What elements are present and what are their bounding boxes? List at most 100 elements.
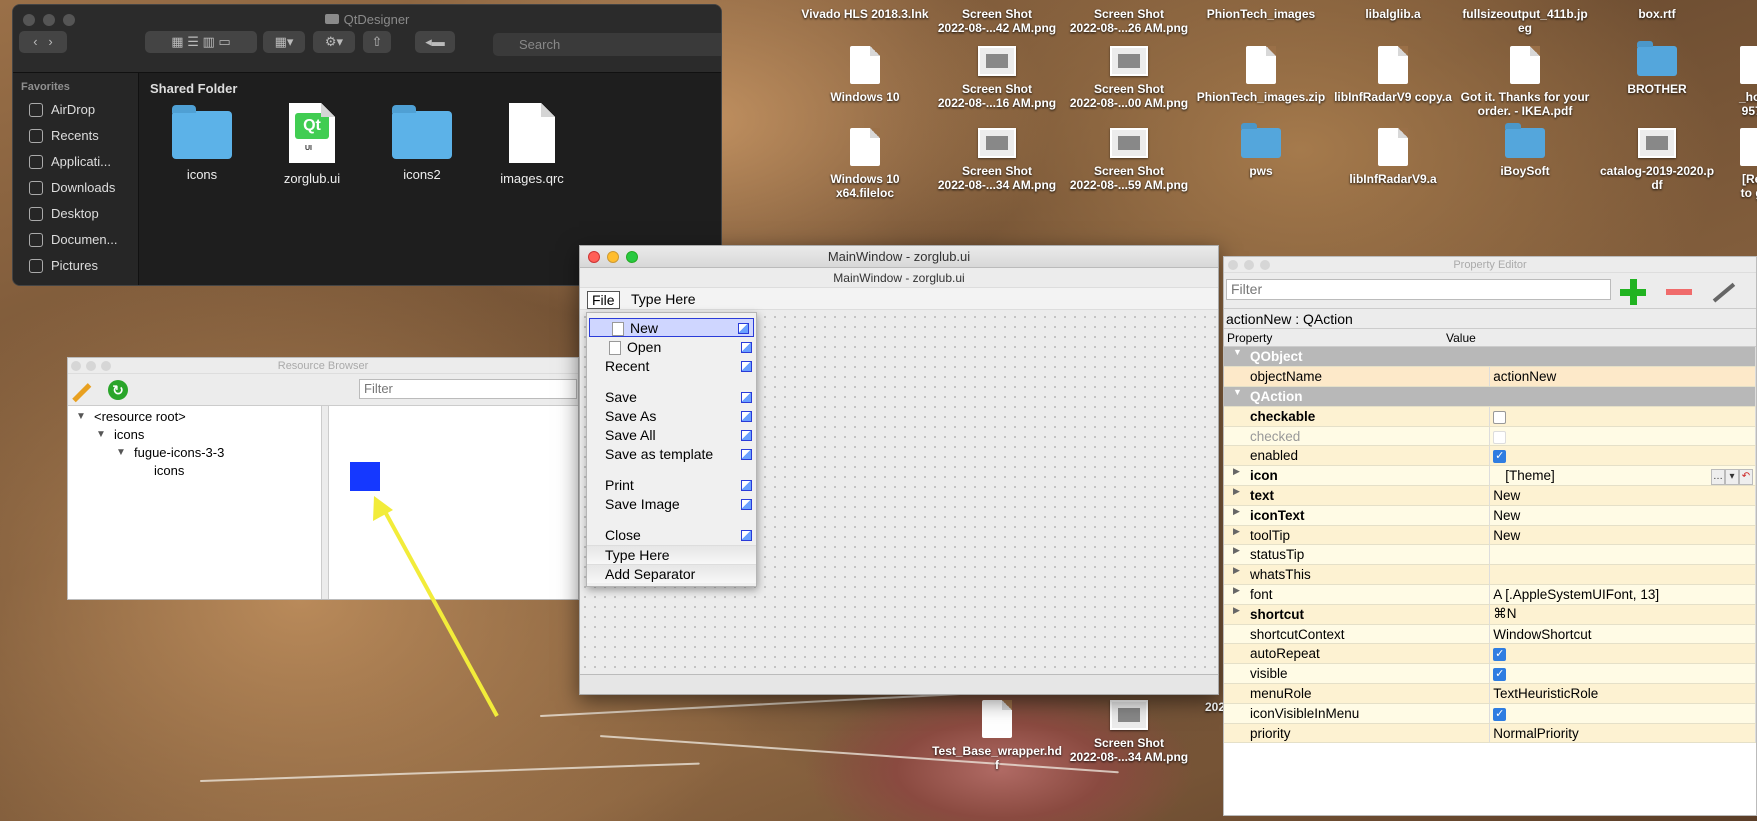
desktop-item[interactable]: Screen Shot 2022-08-...59 AM.png	[1064, 128, 1194, 192]
desktop-item[interactable]: libInfRadarV9.a	[1328, 128, 1458, 186]
property-row[interactable]: enabled ✓	[1224, 445, 1756, 467]
property-group-label[interactable]: ▼ QAction	[1224, 386, 1756, 407]
desktop-item[interactable]: Screen Shot 2022-08-...34 AM.png	[932, 128, 1062, 192]
edit-action-icon[interactable]	[741, 411, 752, 422]
action-button[interactable]: ⚙▾	[313, 31, 355, 53]
expand-arrow-icon[interactable]: ▶	[1233, 565, 1240, 576]
property-checkbox[interactable]: ✓	[1493, 648, 1507, 662]
property-filter-input[interactable]: Filter	[1226, 279, 1611, 300]
property-value-cell[interactable]: TextHeuristicRole	[1489, 683, 1756, 704]
desktop-item[interactable]: Screen Shot 2022-08-...42 AM.png	[932, 7, 1062, 35]
property-value-cell[interactable]: [Theme] … ▾ ↶	[1489, 465, 1756, 487]
share-button[interactable]: ⇧	[363, 31, 391, 53]
menu-item-add-separator[interactable]: Add Separator	[587, 564, 756, 583]
close-button[interactable]	[71, 361, 81, 371]
sidebar-item[interactable]: Movies	[13, 279, 138, 285]
edit-action-icon[interactable]	[741, 480, 752, 491]
property-row[interactable]: ▶ whatsThis	[1224, 564, 1756, 586]
edit-action-icon[interactable]	[741, 342, 752, 353]
property-row[interactable]: ▶ toolTip New	[1224, 525, 1756, 546]
chevron-down-icon[interactable]: ▼	[76, 408, 86, 426]
menu-item-save-all[interactable]: Save All	[587, 426, 756, 445]
property-row[interactable]: shortcutContext WindowShortcut	[1224, 624, 1756, 645]
zoom-button[interactable]	[1260, 260, 1270, 270]
resource-splitter-handle[interactable]	[322, 406, 329, 599]
sidebar-item[interactable]: Pictures	[13, 253, 138, 279]
close-button[interactable]	[588, 251, 600, 263]
finder-file-item[interactable]: Qt UI zorglub.ui	[262, 103, 362, 186]
property-value-cell[interactable]	[1489, 426, 1756, 447]
tree-item[interactable]: icons	[68, 462, 321, 480]
property-row[interactable]: objectName actionNew	[1224, 366, 1756, 388]
tree-item[interactable]: ▼ icons	[68, 426, 321, 444]
edit-action-icon[interactable]	[738, 323, 749, 334]
column-view-icon[interactable]: ▥	[202, 34, 214, 49]
group-icon[interactable]: ▦▾	[275, 34, 294, 49]
tag-button[interactable]: ◂▬	[415, 31, 455, 53]
property-checkbox[interactable]	[1493, 410, 1507, 424]
property-value-cell[interactable]: New	[1489, 485, 1756, 506]
tree-item[interactable]: ▼ <resource root>	[68, 408, 321, 426]
chevron-right-icon[interactable]: ›	[48, 34, 52, 49]
property-value-cell[interactable]	[1489, 406, 1756, 427]
desktop-item[interactable]: Test_Base_wrapper.hd f	[932, 700, 1062, 772]
property-row[interactable]: ▶ icon [Theme] … ▾ ↶	[1224, 465, 1756, 487]
sidebar-item[interactable]: Documen...	[13, 227, 138, 253]
more-button[interactable]: …	[1711, 469, 1725, 485]
resource-browser-titlebar[interactable]: Resource Browser	[68, 358, 578, 374]
property-value-cell[interactable]: New	[1489, 505, 1756, 526]
group-button[interactable]: ▦▾	[263, 31, 305, 53]
desktop-item[interactable]: Vivado HLS 2018.3.lnk	[800, 7, 930, 21]
property-row[interactable]: ▶ iconText New	[1224, 505, 1756, 526]
desktop-item[interactable]: Screen Shot 2022-08-...26 AM.png	[1064, 7, 1194, 35]
chevron-down-icon[interactable]: ▼	[116, 444, 126, 462]
minimize-button[interactable]	[86, 361, 96, 371]
property-value-cell[interactable]: ⌘N	[1489, 604, 1756, 625]
main-window-titlebar[interactable]: MainWindow - zorglub.ui	[580, 246, 1218, 268]
expand-arrow-icon[interactable]: ▶	[1233, 585, 1240, 596]
edit-action-icon[interactable]	[741, 530, 752, 541]
close-button[interactable]	[1228, 260, 1238, 270]
property-row[interactable]: ▶ font A [.AppleSystemUIFont, 13]	[1224, 584, 1756, 605]
property-row[interactable]: ▶ statusTip	[1224, 544, 1756, 566]
menu-item-save-image[interactable]: Save Image	[587, 495, 756, 514]
menu-item-close[interactable]: Close	[587, 526, 756, 545]
tag-icon[interactable]: ◂▬	[425, 34, 445, 49]
edit-action-icon[interactable]	[741, 449, 752, 460]
reload-icon[interactable]: ↻	[108, 380, 128, 400]
desktop-item[interactable]: Screen Shot 2022-08-...16 AM.png	[932, 46, 1062, 110]
desktop-item[interactable]: Windows 10 x64.fileloc	[800, 128, 930, 200]
list-view-icon[interactable]: ☰	[187, 34, 199, 49]
property-row[interactable]: iconVisibleInMenu ✓	[1224, 703, 1756, 724]
property-group-label[interactable]: ▼ QObject	[1224, 347, 1756, 368]
edit-action-icon[interactable]	[741, 430, 752, 441]
property-value-cell[interactable]: ✓	[1489, 663, 1756, 685]
menu-item-recent[interactable]: Recent	[587, 357, 756, 376]
property-row[interactable]: checkable	[1224, 406, 1756, 427]
icon-chooser-buttons[interactable]: … ▾ ↶	[1711, 467, 1753, 485]
chevron-left-icon[interactable]: ‹	[33, 34, 37, 49]
menu-item-new[interactable]: New	[589, 318, 754, 337]
desktop-item[interactable]: libInfRadarV9 copy.a	[1328, 46, 1458, 104]
finder-window[interactable]: QtDesigner ‹ › ▦ ☰ ▥ ▭ ▦▾ ⚙▾ ⇧ ◂▬ ⌕ Sear…	[12, 4, 722, 286]
chevron-down-icon[interactable]: ▼	[1233, 387, 1242, 397]
resource-browser-window[interactable]: Resource Browser ↻ Filter ▼ <resource roo…	[67, 357, 579, 600]
minimize-button[interactable]	[607, 251, 619, 263]
edit-action-icon[interactable]	[741, 361, 752, 372]
property-row[interactable]: checked	[1224, 426, 1756, 447]
remove-dynamic-property-minus-icon[interactable]	[1666, 289, 1692, 295]
property-checkbox[interactable]: ✓	[1493, 668, 1507, 682]
gear-icon[interactable]: ⚙▾	[325, 34, 343, 49]
minimize-button[interactable]	[1244, 260, 1254, 270]
property-checkbox[interactable]: ✓	[1493, 707, 1507, 721]
sidebar-item[interactable]: Recents	[13, 123, 138, 149]
gallery-view-icon[interactable]: ▭	[218, 34, 230, 49]
menu-file[interactable]: File	[587, 291, 620, 309]
desktop-item[interactable]: Windows 10	[800, 46, 930, 104]
finder-file-item[interactable]: images.qrc	[482, 103, 582, 186]
property-row[interactable]: visible ✓	[1224, 663, 1756, 685]
expand-arrow-icon[interactable]: ▶	[1233, 526, 1240, 537]
grid-view-icon[interactable]: ▦	[171, 34, 183, 49]
reset-button[interactable]: ↶	[1739, 469, 1753, 485]
column-header-property[interactable]: Property	[1227, 329, 1272, 347]
